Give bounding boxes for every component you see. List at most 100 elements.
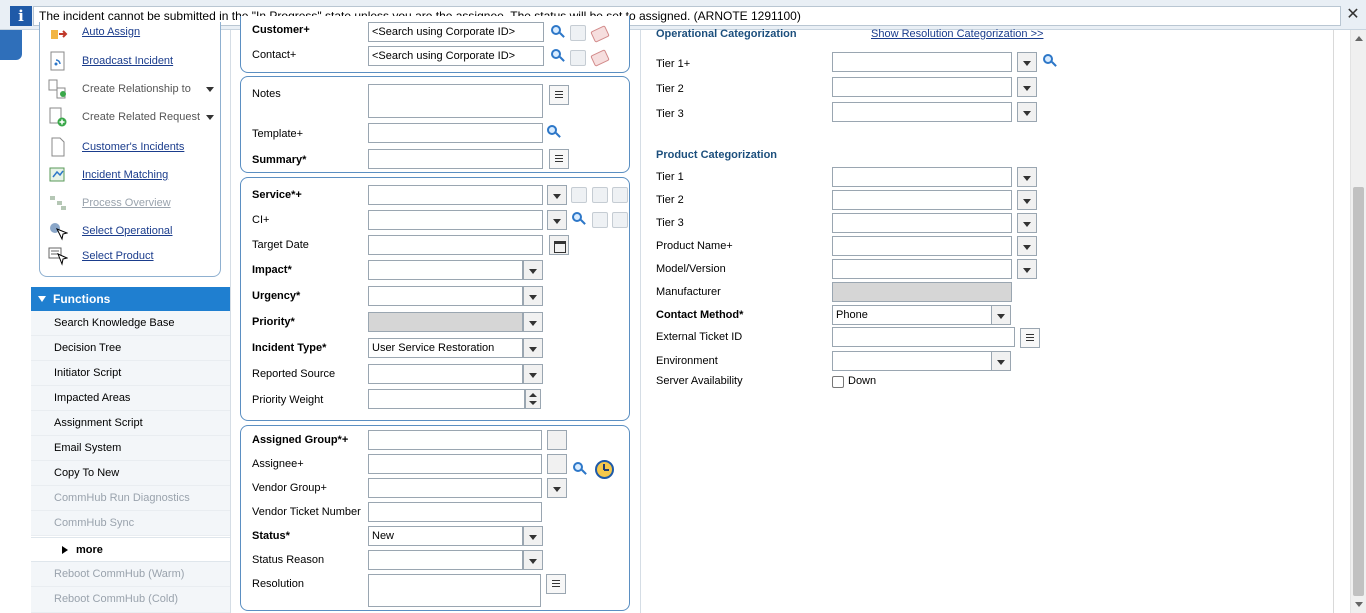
scroll-up-icon[interactable] [1355, 36, 1363, 41]
prod-tier1-dropdown-button[interactable] [1017, 167, 1037, 187]
search-icon[interactable] [572, 461, 588, 477]
status-reason-select[interactable] [368, 550, 523, 570]
assignee-field[interactable] [368, 454, 542, 474]
reported-source-dropdown-button[interactable] [523, 364, 543, 384]
urgency-dropdown-button[interactable] [523, 286, 543, 306]
function-search-knowledge-base[interactable]: Search Knowledge Base [31, 311, 230, 336]
prod-tier1-field[interactable] [832, 167, 1012, 187]
link-select-product[interactable]: Select Product [40, 244, 220, 270]
urgency-select[interactable] [368, 286, 523, 306]
priority-weight-stepper[interactable] [525, 389, 541, 409]
link-label[interactable]: Customer's Incidents [82, 141, 184, 153]
link-label[interactable]: Select Operational [82, 225, 173, 237]
resolution-expand-button[interactable] [546, 574, 566, 594]
link-select-operational[interactable]: Select Operational [40, 219, 220, 245]
search-icon[interactable] [550, 48, 566, 64]
model-version-field[interactable] [832, 259, 1012, 279]
link-create-relationship[interactable]: Create Relationship to [40, 77, 220, 103]
search-icon[interactable] [546, 124, 562, 140]
link-auto-assign[interactable]: Auto Assign [40, 22, 220, 48]
calendar-icon[interactable] [549, 235, 569, 255]
function-assignment-script[interactable]: Assignment Script [31, 411, 230, 436]
impact-dropdown-button[interactable] [523, 260, 543, 280]
environment-select[interactable] [832, 351, 992, 371]
incident-type-select[interactable]: User Service Restoration [368, 338, 523, 358]
assigned-group-button[interactable] [547, 430, 567, 450]
link-label[interactable]: Broadcast Incident [82, 55, 173, 67]
status-reason-dropdown-button[interactable] [523, 550, 543, 570]
clock-icon[interactable] [595, 460, 614, 479]
assigned-group-field[interactable] [368, 430, 542, 450]
contact-field[interactable]: <Search using Corporate ID> [368, 46, 544, 66]
function-impacted-areas[interactable]: Impacted Areas [31, 386, 230, 411]
impact-select[interactable] [368, 260, 523, 280]
prod-tier3-field[interactable] [832, 213, 1012, 233]
function-copy-to-new[interactable]: Copy To New [31, 461, 230, 486]
incident-type-dropdown-button[interactable] [523, 338, 543, 358]
product-name-field[interactable] [832, 236, 1012, 256]
vendor-ticket-field[interactable] [368, 502, 542, 522]
link-create-related-request[interactable]: Create Related Request [40, 105, 220, 131]
functions-more[interactable]: more [31, 537, 230, 562]
chevron-down-icon[interactable] [206, 87, 214, 92]
external-ticket-expand-button[interactable] [1020, 328, 1040, 348]
contact-method-dropdown-button[interactable] [991, 305, 1011, 325]
prod-tier2-field[interactable] [832, 190, 1012, 210]
reported-source-select[interactable] [368, 364, 523, 384]
op-tier2-dropdown-button[interactable] [1017, 77, 1037, 97]
status-select[interactable]: New [368, 526, 523, 546]
chevron-down-icon[interactable] [206, 115, 214, 120]
link-label[interactable]: Create Related Request [82, 111, 200, 123]
prod-tier3-dropdown-button[interactable] [1017, 213, 1037, 233]
link-label[interactable]: Create Relationship to [82, 83, 191, 95]
op-tier1-field[interactable] [832, 52, 1012, 72]
priority-weight-field[interactable] [368, 389, 525, 409]
external-ticket-field[interactable] [832, 327, 1015, 347]
op-tier1-dropdown-button[interactable] [1017, 52, 1037, 72]
service-field[interactable] [368, 185, 543, 205]
status-dropdown-button[interactable] [523, 526, 543, 546]
function-email-system[interactable]: Email System [31, 436, 230, 461]
function-decision-tree[interactable]: Decision Tree [31, 336, 230, 361]
assignee-button[interactable] [547, 454, 567, 474]
link-broadcast-incident[interactable]: Broadcast Incident [40, 49, 220, 75]
ci-dropdown-button[interactable] [547, 210, 567, 230]
op-tier3-dropdown-button[interactable] [1017, 102, 1037, 122]
service-dropdown-button[interactable] [547, 185, 567, 205]
vendor-group-field[interactable] [368, 478, 542, 498]
product-name-dropdown-button[interactable] [1017, 236, 1037, 256]
ci-field[interactable] [368, 210, 543, 230]
link-label[interactable]: Auto Assign [82, 26, 140, 38]
link-label[interactable]: Incident Matching [82, 169, 168, 181]
search-icon[interactable] [550, 24, 566, 40]
eraser-icon[interactable] [590, 25, 610, 43]
model-version-dropdown-button[interactable] [1017, 259, 1037, 279]
link-incident-matching[interactable]: Incident Matching [40, 163, 220, 189]
scroll-thumb[interactable] [1353, 187, 1364, 596]
eraser-icon[interactable] [590, 49, 610, 67]
close-icon[interactable]: ✕ [1344, 5, 1362, 25]
nav-collapse-tab[interactable] [0, 30, 22, 60]
show-resolution-categorization-link[interactable]: Show Resolution Categorization >> [871, 28, 1043, 40]
summary-expand-button[interactable] [549, 149, 569, 169]
down-checkbox[interactable] [832, 376, 844, 388]
op-tier2-field[interactable] [832, 77, 1012, 97]
notes-field[interactable] [368, 84, 543, 118]
link-customers-incidents[interactable]: Customer's Incidents [40, 135, 220, 161]
template-field[interactable] [368, 123, 543, 143]
link-label[interactable]: Select Product [82, 250, 154, 262]
more-label[interactable]: more [76, 544, 103, 556]
prod-tier2-dropdown-button[interactable] [1017, 190, 1037, 210]
notes-expand-button[interactable] [549, 85, 569, 105]
function-initiator-script[interactable]: Initiator Script [31, 361, 230, 386]
environment-dropdown-button[interactable] [991, 351, 1011, 371]
scroll-down-icon[interactable] [1355, 602, 1363, 607]
resolution-field[interactable] [368, 574, 541, 607]
op-tier3-field[interactable] [832, 102, 1012, 122]
vendor-group-dropdown-button[interactable] [547, 478, 567, 498]
contact-method-select[interactable]: Phone [832, 305, 992, 325]
search-icon[interactable] [571, 211, 587, 227]
search-icon[interactable] [1042, 53, 1058, 69]
functions-header[interactable]: Functions [31, 287, 230, 311]
vertical-scrollbar[interactable] [1350, 30, 1366, 613]
